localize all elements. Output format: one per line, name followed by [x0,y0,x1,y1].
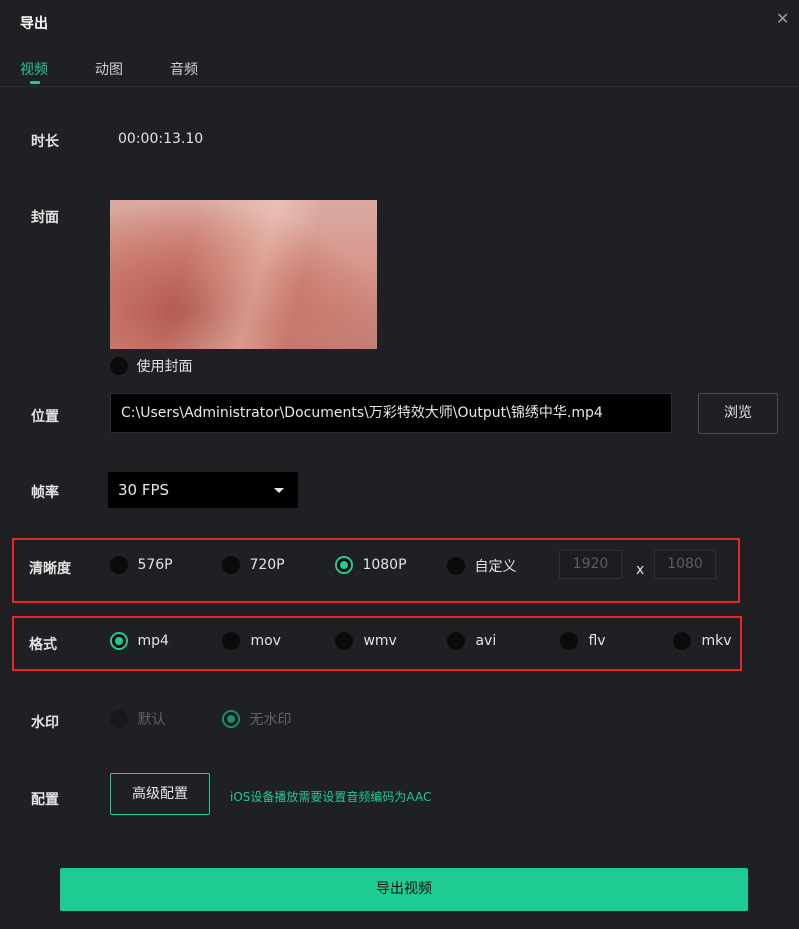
option-720p-label: 720P [249,557,285,573]
format-mov-label: mov [250,633,281,649]
cover-label: 封面 [31,210,59,226]
duration-label: 时长 [31,134,59,150]
radio-mov[interactable] [222,632,240,650]
resolution-option-custom[interactable]: 自定义 [447,556,516,576]
use-cover-option[interactable]: 使用封面 [110,356,192,376]
browse-button[interactable]: 浏览 [698,393,778,434]
watermark-default-label: 默认 [137,712,166,728]
format-wmv-label: wmv [363,633,397,649]
option-576p-label: 576P [137,557,173,573]
watermark-option-none[interactable]: 无水印 [222,709,291,729]
dialog-title: 导出 [20,16,48,32]
frame-rate-select[interactable]: 30 FPS [108,472,298,508]
format-flv-label: flv [588,633,606,649]
format-mp4-label: mp4 [137,633,169,649]
close-icon[interactable]: ✕ [776,11,789,27]
tab-audio[interactable]: 音频 [170,59,198,79]
frame-rate-value: 30 FPS [118,481,170,499]
radio-watermark-default[interactable] [110,710,128,728]
tabs-divider [0,86,799,87]
radio-1080p[interactable] [335,556,353,574]
radio-mp4[interactable] [110,632,128,650]
option-1080p-label: 1080P [362,557,407,573]
format-mkv-label: mkv [701,633,732,649]
format-option-mkv[interactable]: mkv [673,632,731,650]
custom-height-input[interactable]: 1080 [654,550,716,579]
format-option-mov[interactable]: mov [222,632,281,650]
watermark-option-default[interactable]: 默认 [110,709,165,729]
radio-wmv[interactable] [335,632,353,650]
radio-576p[interactable] [110,556,128,574]
duration-value: 00:00:13.10 [118,131,204,147]
tab-gif[interactable]: 动图 [95,59,123,79]
format-label: 格式 [29,637,57,653]
location-label: 位置 [31,409,59,425]
watermark-none-label: 无水印 [249,712,292,728]
resolution-option-576p[interactable]: 576P [110,556,173,574]
format-option-avi[interactable]: avi [447,632,496,650]
format-option-flv[interactable]: flv [560,632,606,650]
radio-custom[interactable] [447,557,465,575]
option-custom-label: 自定义 [474,559,517,575]
resolution-label: 清晰度 [29,561,71,577]
watermark-label: 水印 [31,715,59,731]
resolution-option-720p[interactable]: 720P [222,556,285,574]
radio-watermark-none[interactable] [222,710,240,728]
config-label: 配置 [31,792,59,808]
cover-thumbnail [110,200,377,349]
resolution-separator: x [636,562,645,578]
output-path-input[interactable]: C:\Users\Administrator\Documents\万彩特效大师\… [110,393,672,433]
chevron-down-icon [274,488,284,493]
format-avi-label: avi [475,633,497,649]
advanced-config-button[interactable]: 高级配置 [110,773,210,815]
radio-avi[interactable] [447,632,465,650]
use-cover-label: 使用封面 [136,359,193,375]
ios-aac-hint: iOS设备播放需要设置音频编码为AAC [230,790,432,804]
active-tab-indicator [30,81,40,84]
tab-video[interactable]: 视频 [20,59,48,79]
radio-flv[interactable] [560,632,578,650]
frame-rate-label: 帧率 [31,485,59,501]
format-option-wmv[interactable]: wmv [335,632,397,650]
resolution-option-1080p[interactable]: 1080P [335,556,407,574]
format-option-mp4[interactable]: mp4 [110,632,169,650]
custom-width-input[interactable]: 1920 [559,550,622,579]
export-video-button[interactable]: 导出视频 [60,868,748,911]
radio-mkv[interactable] [673,632,691,650]
use-cover-radio[interactable] [110,357,128,375]
radio-720p[interactable] [222,556,240,574]
